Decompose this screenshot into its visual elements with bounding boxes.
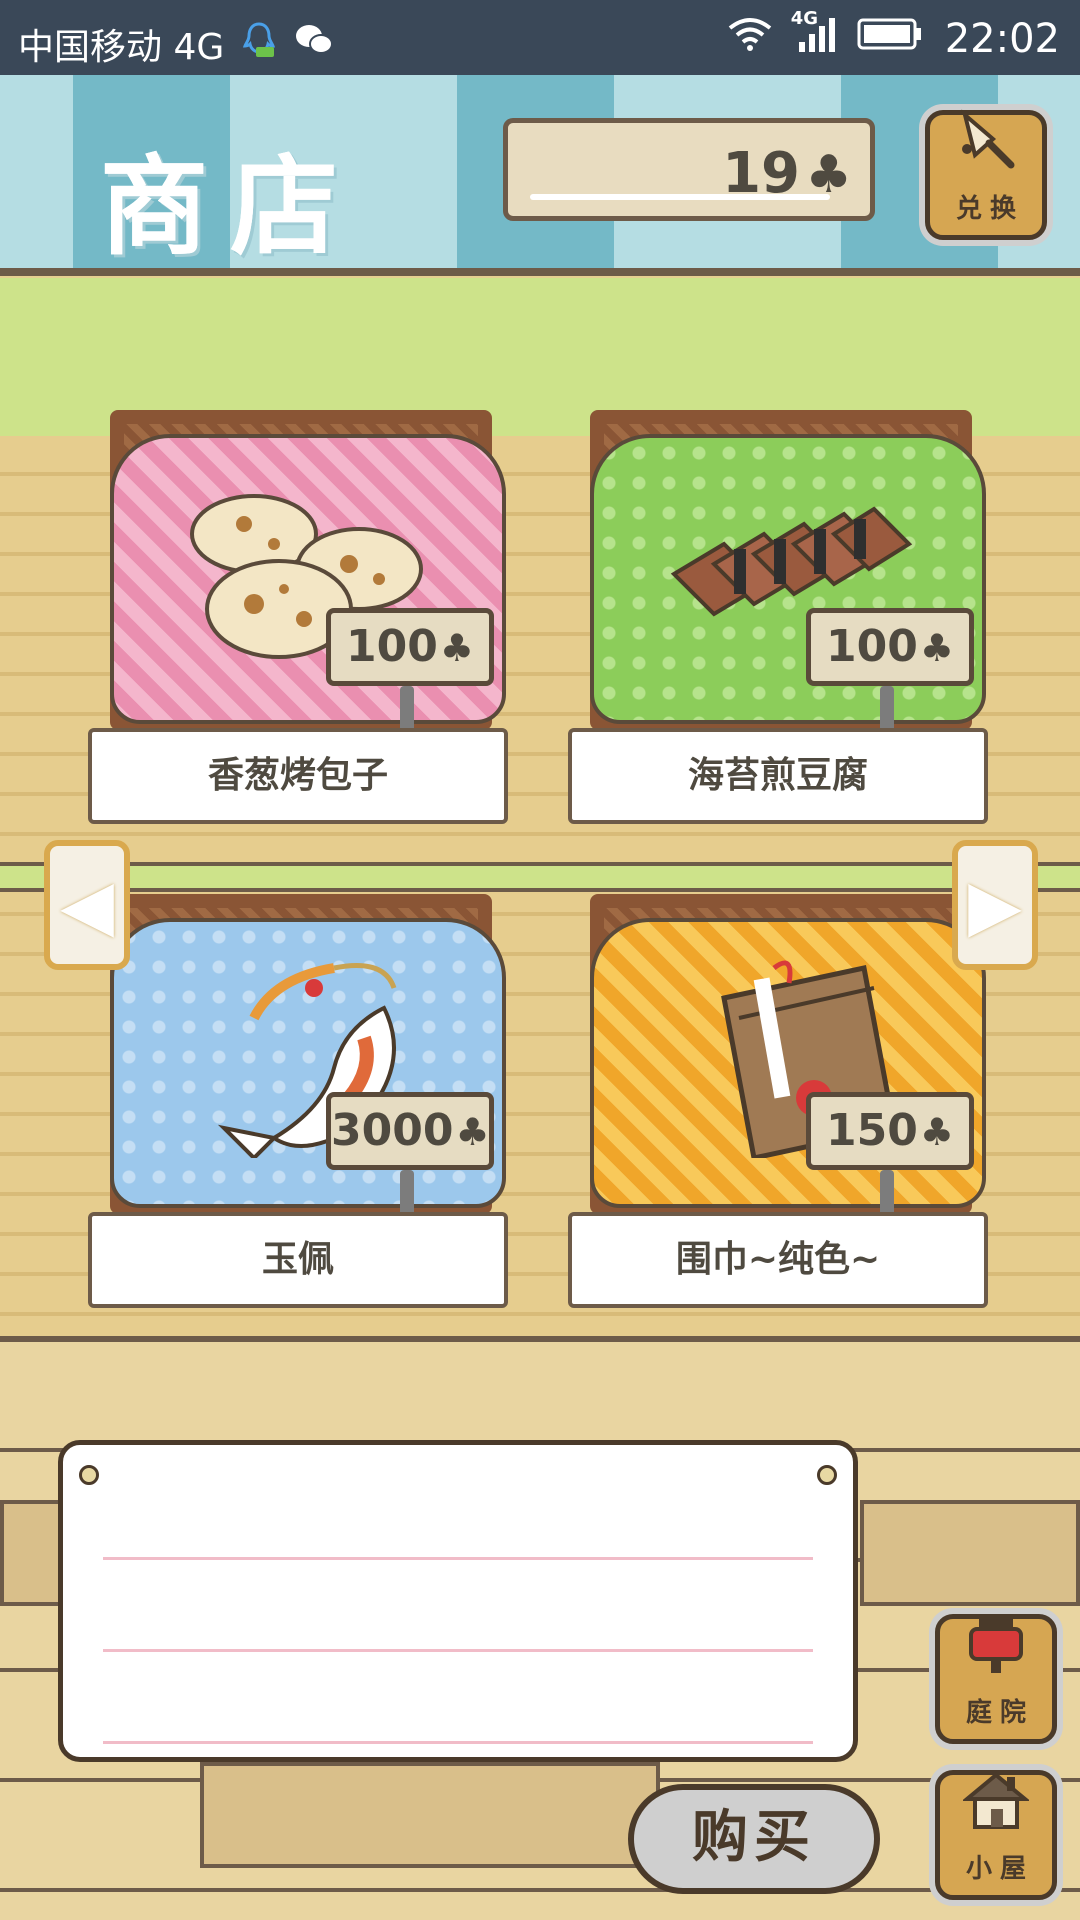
carrier-text: 中国移动 4G <box>18 27 225 68</box>
yard-label: 庭院 <box>965 1698 1034 1728</box>
previous-page-button[interactable]: ◀ <box>44 840 130 970</box>
item-name: 玉佩 <box>88 1212 508 1308</box>
house-label: 小屋 <box>965 1854 1034 1884</box>
house-icon <box>961 1769 1031 1844</box>
status-bar: 中国移动 4G 4G 22:02 <box>0 0 1080 75</box>
clover-icon: ♣ <box>919 1110 954 1154</box>
bell-icon <box>953 109 1019 184</box>
house-button[interactable]: 小屋 <box>935 1770 1057 1900</box>
network-badge: 4G <box>790 8 819 29</box>
item-description-board <box>58 1440 858 1762</box>
exchange-label: 兑换 <box>955 194 1024 224</box>
item-name: 海苔煎豆腐 <box>568 728 988 824</box>
item-price: 3000 <box>331 1105 454 1156</box>
shelf-divider <box>0 862 1080 892</box>
wifi-icon <box>727 16 773 61</box>
shop-item-card[interactable]: 100♣ 香葱烤包子 <box>88 410 508 830</box>
price-tag: 3000♣ <box>326 1092 494 1170</box>
signal-icon: 4G <box>791 8 835 63</box>
board-line <box>103 1649 813 1652</box>
page-title: 商店 <box>100 145 361 270</box>
wechat-icon <box>294 22 334 67</box>
next-page-button[interactable]: ▶ <box>952 840 1038 970</box>
board-line <box>103 1557 813 1560</box>
item-price: 100 <box>826 621 918 672</box>
mailbox-icon <box>963 1613 1029 1688</box>
price-tag: 150♣ <box>806 1092 974 1170</box>
shop-item-card[interactable]: 100♣ 海苔煎豆腐 <box>568 410 988 830</box>
floor-plank <box>200 1762 660 1868</box>
board-line <box>103 1741 813 1744</box>
arrow-left-icon: ◀ <box>60 864 114 946</box>
clover-icon: ♣ <box>439 626 474 670</box>
clover-icon: ♣ <box>919 626 954 670</box>
clover-icon: ♣ <box>805 145 852 205</box>
item-price: 100 <box>346 621 438 672</box>
item-price: 150 <box>826 1105 918 1156</box>
shop-item-card[interactable]: 3000♣ 玉佩 <box>88 894 508 1314</box>
board-pin <box>79 1465 99 1485</box>
item-name: 围巾~纯色~ <box>568 1212 988 1308</box>
shop-item-card[interactable]: 150♣ 围巾~纯色~ <box>568 894 988 1314</box>
arrow-right-icon: ▶ <box>968 864 1022 946</box>
shop-header: 商店 19 ♣ <box>0 75 1080 276</box>
clover-icon: ♣ <box>455 1110 490 1154</box>
exchange-button[interactable]: 兑换 <box>925 109 1047 240</box>
price-tag: 100♣ <box>806 608 974 686</box>
battery-icon <box>857 17 923 60</box>
floor-plank <box>860 1500 1080 1606</box>
buy-button[interactable]: 购买 <box>628 1784 880 1894</box>
item-name: 香葱烤包子 <box>88 728 508 824</box>
clock-time: 22:02 <box>944 15 1060 62</box>
qq-icon <box>242 21 276 68</box>
clover-balance: 19 ♣ <box>503 118 875 221</box>
price-tag: 100♣ <box>326 608 494 686</box>
yard-button[interactable]: 庭院 <box>935 1614 1057 1744</box>
board-pin <box>817 1465 837 1485</box>
clover-count: 19 <box>722 141 800 206</box>
